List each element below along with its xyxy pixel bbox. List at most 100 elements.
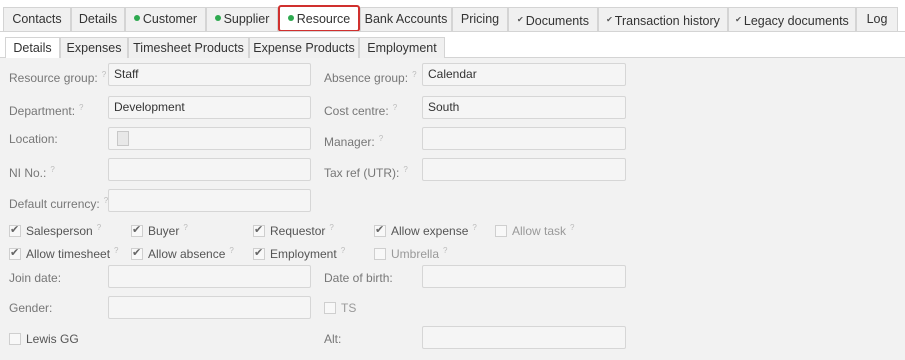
resource-group-label: Resource group:?	[9, 70, 107, 85]
checkbox-icon[interactable]	[9, 223, 21, 237]
checkbox-icon[interactable]	[495, 225, 507, 237]
tab-resource[interactable]: Resource	[278, 5, 360, 32]
alt-field[interactable]	[422, 326, 626, 349]
tab-label: Customer	[142, 12, 198, 26]
ni-no-field[interactable]	[108, 158, 311, 181]
help-icon[interactable]: ?	[472, 223, 476, 232]
employment-checkbox[interactable]: Employment?	[253, 244, 345, 261]
tab-label: Supplier	[223, 12, 270, 26]
tax-ref-field[interactable]	[422, 158, 626, 181]
checkbox-icon[interactable]	[131, 223, 143, 237]
checkbox-icon[interactable]	[324, 302, 336, 314]
top-tab-bar: Contacts Details Customer Supplier Resou…	[0, 0, 905, 32]
help-icon[interactable]: ?	[229, 246, 233, 255]
subtab-expenses[interactable]: Expenses	[60, 37, 128, 59]
subtab-employment[interactable]: Employment	[359, 37, 445, 59]
building-icon[interactable]	[117, 131, 129, 146]
resource-details-form: Resource group:? Staff Absence group:? C…	[0, 58, 905, 360]
gender-field[interactable]	[108, 296, 311, 319]
checkbox-icon[interactable]	[253, 246, 265, 260]
ni-no-label: NI No.:?	[9, 165, 55, 180]
tab-log[interactable]: Log	[856, 7, 898, 31]
help-icon[interactable]: ?	[379, 134, 383, 143]
gender-label: Gender:	[9, 301, 53, 315]
tab-documents[interactable]: ✔ Documents	[508, 7, 598, 31]
allow-timesheet-checkbox[interactable]: Allow timesheet?	[9, 244, 119, 261]
help-icon[interactable]: ?	[102, 70, 106, 79]
tab-supplier[interactable]: Supplier	[206, 7, 278, 31]
subtab-details[interactable]: Details	[5, 37, 60, 60]
join-date-label: Join date:	[9, 271, 62, 285]
tab-details[interactable]: Details	[71, 7, 125, 31]
tab-label: Log	[866, 12, 888, 26]
cost-centre-label: Cost centre:?	[324, 103, 398, 118]
tab-customer[interactable]: Customer	[125, 7, 206, 31]
help-icon[interactable]: ?	[97, 223, 101, 232]
check-mark-icon: ✔	[606, 15, 613, 24]
tab-legacy-documents[interactable]: ✔ Legacy documents	[728, 7, 856, 31]
tab-pricing[interactable]: Pricing	[452, 7, 508, 31]
tax-ref-label: Tax ref (UTR):?	[324, 165, 408, 180]
tab-contacts[interactable]: Contacts	[3, 7, 71, 31]
salesperson-checkbox[interactable]: Salesperson?	[9, 221, 101, 238]
tab-label: Resource	[296, 12, 351, 26]
tab-label: Contacts	[12, 12, 62, 26]
alt-label: Alt:	[324, 332, 342, 346]
allow-absence-checkbox[interactable]: Allow absence?	[131, 244, 234, 261]
default-currency-label: Default currency:?	[9, 196, 109, 211]
subtab-label: Employment	[367, 41, 437, 55]
help-icon[interactable]: ?	[183, 223, 187, 232]
subtab-timesheet-products[interactable]: Timesheet Products	[128, 37, 249, 59]
help-icon[interactable]: ?	[341, 246, 345, 255]
checkbox-icon[interactable]	[253, 223, 265, 237]
subtab-label: Expenses	[66, 41, 122, 55]
subtab-label: Timesheet Products	[133, 41, 244, 55]
help-icon[interactable]: ?	[114, 246, 118, 255]
subtab-expense-products[interactable]: Expense Products	[249, 37, 359, 59]
help-icon[interactable]: ?	[412, 70, 416, 79]
manager-label: Manager:?	[324, 134, 384, 149]
manager-field[interactable]	[422, 127, 626, 150]
checkbox-icon[interactable]	[374, 248, 386, 260]
status-dot-icon	[133, 15, 140, 21]
check-mark-icon: ✔	[735, 15, 742, 24]
help-icon[interactable]: ?	[50, 165, 54, 174]
cost-centre-field[interactable]: South	[422, 96, 626, 119]
date-of-birth-field[interactable]	[422, 265, 626, 288]
allow-task-checkbox[interactable]: Allow task?	[495, 221, 574, 238]
absence-group-field[interactable]: Calendar	[422, 63, 626, 86]
allow-expense-checkbox[interactable]: Allow expense?	[374, 221, 477, 238]
date-of-birth-label: Date of birth:	[324, 271, 393, 285]
subtab-label: Details	[13, 41, 52, 55]
tab-bank-accounts[interactable]: Bank Accounts	[360, 7, 452, 31]
help-icon[interactable]: ?	[79, 103, 83, 112]
requestor-checkbox[interactable]: Requestor?	[253, 221, 334, 238]
sub-tab-bar: Details Expenses Timesheet Products Expe…	[0, 31, 905, 60]
help-icon[interactable]: ?	[443, 246, 447, 255]
checkbox-icon[interactable]	[9, 246, 21, 260]
tab-label: Documents	[525, 14, 589, 28]
help-icon[interactable]: ?	[393, 103, 397, 112]
checkbox-icon[interactable]	[374, 223, 386, 237]
status-dot-icon	[287, 15, 294, 21]
lewis-gg-checkbox[interactable]: Lewis GG	[9, 332, 79, 346]
default-currency-field[interactable]	[108, 189, 311, 212]
status-dot-icon	[214, 15, 221, 21]
buyer-checkbox[interactable]: Buyer?	[131, 221, 188, 238]
check-mark-icon: ✔	[517, 15, 524, 24]
tab-label: Legacy documents	[743, 14, 849, 28]
department-field[interactable]: Development	[108, 96, 311, 119]
ts-checkbox[interactable]: TS	[324, 301, 356, 315]
resource-group-field[interactable]: Staff	[108, 63, 311, 86]
help-icon[interactable]: ?	[570, 223, 574, 232]
tab-label: Bank Accounts	[364, 12, 448, 26]
checkbox-icon[interactable]	[131, 246, 143, 260]
tab-transaction-history[interactable]: ✔ Transaction history	[598, 7, 728, 31]
join-date-field[interactable]	[108, 265, 311, 288]
help-icon[interactable]: ?	[329, 223, 333, 232]
checkbox-icon[interactable]	[9, 333, 21, 345]
tab-label: Pricing	[460, 12, 500, 26]
help-icon[interactable]: ?	[403, 165, 407, 174]
umbrella-checkbox[interactable]: Umbrella?	[374, 244, 447, 261]
location-field[interactable]	[108, 127, 311, 150]
